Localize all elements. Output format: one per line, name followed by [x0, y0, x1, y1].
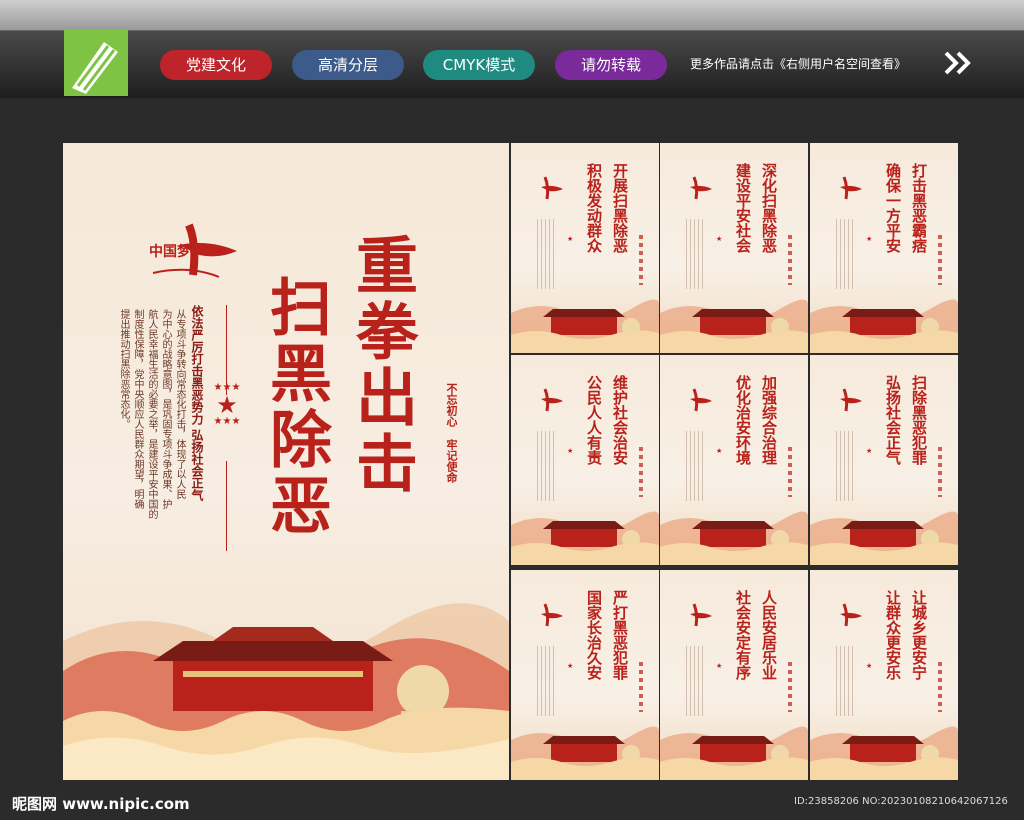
poster-body-lines — [836, 646, 856, 716]
poster-stars: ★ — [866, 447, 873, 455]
poster-title-line1: 深化扫黑除恶 — [760, 163, 778, 253]
palace-scene-illustration — [810, 511, 958, 565]
small-poster-6: ★ 弘扬社会正气 扫除黑恶犯罪 — [810, 355, 958, 565]
star-decoration: ★★★ ★ ★★★ — [213, 382, 241, 427]
poster-body-lines — [836, 431, 856, 501]
poster-body-lines — [537, 219, 557, 289]
poster-side-text — [639, 662, 643, 712]
body-column-2: 为中心的战略意图，是巩固专项斗争成果、护 — [160, 309, 171, 509]
palace-scene-illustration — [660, 299, 808, 353]
poster-side-text — [788, 447, 792, 497]
poster-title-line2: 建设平安社会 — [734, 163, 752, 253]
poster-body-lines — [836, 219, 856, 289]
poster-stars: ★ — [567, 447, 574, 455]
tag-no-repost[interactable]: 请勿转载 — [555, 50, 667, 80]
china-dream-logo: 中国梦 — [149, 215, 241, 281]
small-poster-5: ★ 优化治安环境 加强综合治理 — [660, 355, 808, 565]
more-works-link[interactable]: 更多作品请点击《右侧用户名空间查看》 — [690, 55, 906, 72]
palace-scene-illustration — [810, 299, 958, 353]
poster-body-lines — [537, 646, 557, 716]
poster-title-line2: 让群众更安乐 — [884, 590, 902, 680]
body-column-3: 航人民幸福生活的必要之举，是建设平安中国的 — [146, 309, 157, 519]
poster-title-line1: 让城乡更安宁 — [910, 590, 928, 680]
tag-hd-layered[interactable]: 高清分层 — [292, 50, 404, 80]
poster-body-lines — [686, 219, 706, 289]
china-dream-emblem-icon — [541, 603, 563, 627]
poster-body-lines — [686, 646, 706, 716]
poster-title-line1: 维护社会治安 — [611, 375, 629, 465]
poster-title-line2: 社会安定有序 — [734, 590, 752, 680]
poster-title-line2: 优化治安环境 — [734, 375, 752, 465]
poster-side-text — [639, 447, 643, 497]
double-chevron-right-icon[interactable] — [944, 50, 974, 76]
image-id-text: ID:23858206 NO:20230108210642067126 — [794, 796, 1008, 807]
poster-title-line2: 国家长治久安 — [585, 590, 603, 680]
palace-scene-illustration — [660, 726, 808, 780]
poster-title-line1: 加强综合治理 — [760, 375, 778, 465]
small-poster-8: ★ 社会安定有序 人民安居乐业 — [660, 570, 808, 780]
slogan-not-forget: 不忘初心 — [445, 383, 458, 427]
china-dream-emblem-icon — [541, 388, 563, 412]
poster-stars: ★ — [716, 662, 723, 670]
poster-side-text — [639, 235, 643, 285]
poster-side-text — [938, 662, 942, 712]
poster-title-line2: 确保一方平安 — [884, 163, 902, 253]
palace-scene-illustration — [810, 726, 958, 780]
body-column-4: 制度性保障，党中央顺应人民群众期望，明确 — [132, 309, 143, 509]
poster-title-line2: 弘扬社会正气 — [884, 375, 902, 465]
poster-title-line1: 人民安居乐业 — [760, 590, 778, 680]
palace-scene-illustration — [63, 603, 509, 781]
small-poster-1: ★ 积极发动群众 开展扫黑除恶 — [511, 143, 659, 353]
palace-scene-illustration — [660, 511, 808, 565]
small-poster-4: ★ 公民人人有责 维护社会治安 — [511, 355, 659, 565]
poster-title-line1: 打击黑恶霸痞 — [910, 163, 928, 253]
poster-stars: ★ — [567, 662, 574, 670]
poster-stars: ★ — [866, 235, 873, 243]
poster-stars: ★ — [716, 447, 723, 455]
china-dream-emblem-icon — [840, 603, 862, 627]
china-dream-emblem-icon — [541, 176, 563, 200]
china-dream-emblem-icon — [690, 176, 712, 200]
poster-side-text — [938, 235, 942, 285]
poster-body-lines — [686, 431, 706, 501]
body-column-5: 提出推动扫黑除恶常态化。 — [118, 309, 129, 429]
slogan-keep-mission: 牢记使命 — [445, 439, 458, 483]
tag-party-culture[interactable]: 党建文化 — [160, 50, 272, 80]
china-dream-emblem-icon — [840, 388, 862, 412]
main-subtitle: 依法严厉打击黑恶势力 弘扬社会正气 — [190, 305, 204, 502]
poster-side-text — [938, 447, 942, 497]
small-poster-7: ★ 国家长治久安 严打黑恶犯罪 — [511, 570, 659, 780]
site-watermark: 昵图网 www.nipic.com — [12, 795, 190, 813]
palace-scene-illustration — [511, 299, 659, 353]
poster-title-line1: 开展扫黑除恶 — [611, 163, 629, 253]
poster-title-line1: 扫除黑恶犯罪 — [910, 375, 928, 465]
main-title-line2: 扫黑除恶 — [259, 275, 332, 539]
china-dream-emblem-icon — [690, 603, 712, 627]
main-poster: 中国梦 重拳出击 扫黑除恶 不忘初心 牢记使命 ★★★ ★ ★★★ 依法严厉打击黑恶… — [63, 143, 509, 781]
decor-line-lower — [226, 461, 227, 551]
poster-stars: ★ — [716, 235, 723, 243]
palace-scene-illustration — [511, 511, 659, 565]
logo-text: 中国梦 — [149, 244, 191, 260]
poster-title-line2: 公民人人有责 — [585, 375, 603, 465]
poster-title-line2: 积极发动群众 — [585, 163, 603, 253]
pen-nib-icon — [72, 42, 118, 94]
poster-stars: ★ — [866, 662, 873, 670]
poster-body-lines — [537, 431, 557, 501]
main-title-line1: 重拳出击 — [345, 233, 418, 497]
poster-stars: ★ — [567, 235, 574, 243]
china-dream-emblem-icon — [690, 388, 712, 412]
small-poster-2: ★ 建设平安社会 深化扫黑除恶 — [660, 143, 808, 353]
poster-title-line1: 严打黑恶犯罪 — [611, 590, 629, 680]
palace-scene-illustration — [511, 726, 659, 780]
small-poster-9: ★ 让群众更安乐 让城乡更安宁 — [810, 570, 958, 780]
poster-side-text — [788, 662, 792, 712]
brand-logo — [64, 30, 128, 96]
tag-cmyk-mode[interactable]: CMYK模式 — [423, 50, 535, 80]
small-poster-3: ★ 确保一方平安 打击黑恶霸痞 — [810, 143, 958, 353]
china-dream-emblem-icon — [840, 176, 862, 200]
poster-side-text — [788, 235, 792, 285]
body-column-1: 从专项斗争转向常态化打击，体现了以人民 — [174, 309, 185, 499]
